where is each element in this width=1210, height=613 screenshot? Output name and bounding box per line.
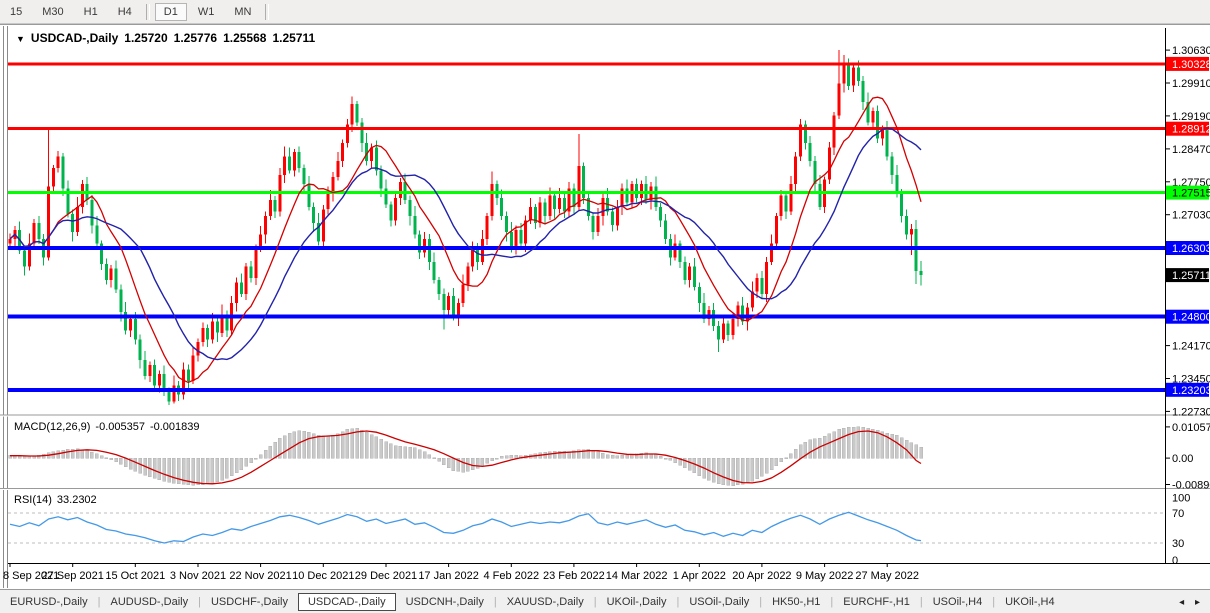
window-menu-icon[interactable]: ▼ [16,34,25,44]
svg-text:1.24800: 1.24800 [1172,312,1210,324]
symbol-tab-hk50h1[interactable]: HK50-,H1 [762,593,830,611]
svg-text:30: 30 [1172,538,1184,550]
date-axis[interactable]: 8 Sep 202127 Sep 202115 Oct 20213 Nov 20… [3,563,919,582]
candlestick-series [9,50,923,405]
symbol-tab-ukoildaily[interactable]: UKOil-,Daily [597,593,677,611]
svg-text:27 Sep 2021: 27 Sep 2021 [42,570,104,582]
symbol-tab-usdcaddaily[interactable]: USDCAD-,Daily [298,593,396,611]
svg-text:22 Nov 2021: 22 Nov 2021 [229,570,291,582]
symbol-tab-ukoilh4[interactable]: UKOil-,H4 [995,593,1065,611]
symbol-tab-eurchfh1[interactable]: EURCHF-,H1 [833,593,920,611]
trading-platform-window: 15M30H1H4D1W1MN 1.306301.299101.291901.2… [0,0,1210,613]
price-axis-ticks[interactable]: 1.306301.299101.291901.284701.277501.270… [1165,45,1210,418]
macd-histogram [9,427,923,486]
svg-text:29 Dec 2021: 29 Dec 2021 [355,570,417,582]
indicator-axis-labels[interactable]: 0.010578 0.00 -0.00896100 70 30 0 [1165,422,1210,567]
rsi-indicator-label: RSI(14)33.2302 [14,494,102,506]
svg-text:14 Mar 2022: 14 Mar 2022 [606,570,668,582]
svg-text:9 May 2022: 9 May 2022 [796,570,853,582]
svg-text:1 Apr 2022: 1 Apr 2022 [673,570,726,582]
rsi-level-gridlines [8,513,1165,543]
svg-text:23 Feb 2022: 23 Feb 2022 [543,570,605,582]
tab-scroll-arrows[interactable]: ◂ ▸ [1179,597,1210,608]
chart-title-bar: ▼ USDCAD-,Daily 1.25720 1.25776 1.25568 1.257… [16,31,321,45]
svg-text:1.25711: 1.25711 [1172,270,1210,282]
symbol-tab-usoildaily[interactable]: USOil-,Daily [679,593,759,611]
svg-text:27 May 2022: 27 May 2022 [855,570,919,582]
ma-fast-line [10,97,921,382]
symbol-tab-usoilh4[interactable]: USOil-,H4 [923,593,993,611]
symbol-tab-audusddaily[interactable]: AUDUSD-,Daily [100,593,198,611]
svg-text:1.29910: 1.29910 [1172,78,1210,90]
rsi-value: 33.2302 [57,494,97,506]
chart-canvas[interactable]: 1.306301.299101.291901.284701.277501.270… [0,0,1210,613]
horizontal-level-lines[interactable] [8,64,1165,390]
svg-text:0.010578: 0.010578 [1172,422,1210,434]
svg-text:1.22730: 1.22730 [1172,406,1210,418]
ohlc-open: 1.25720 [124,31,167,45]
svg-text:17 Jan 2022: 17 Jan 2022 [418,570,479,582]
svg-text:4 Feb 2022: 4 Feb 2022 [483,570,539,582]
svg-text:1.30630: 1.30630 [1172,45,1210,57]
svg-text:0.00: 0.00 [1172,453,1193,465]
ohlc-high: 1.25776 [174,31,217,45]
svg-text:0: 0 [1172,555,1178,567]
svg-text:100: 100 [1172,493,1190,505]
ohlc-low: 1.25568 [223,31,266,45]
svg-text:1.27515: 1.27515 [1172,188,1210,200]
svg-text:1.28912: 1.28912 [1172,124,1210,136]
svg-text:3 Nov 2021: 3 Nov 2021 [170,570,226,582]
symbol-tab-eurusddaily[interactable]: EURUSD-,Daily [0,593,98,611]
symbol-tab-xauusddaily[interactable]: XAUUSD-,Daily [497,593,594,611]
symbol-tab-usdcnhdaily[interactable]: USDCNH-,Daily [396,593,494,611]
svg-text:1.23203: 1.23203 [1172,385,1210,397]
svg-text:1.28470: 1.28470 [1172,144,1210,156]
ma-slow-line [10,128,921,360]
symbol-tab-usdchfdaily[interactable]: USDCHF-,Daily [201,593,298,611]
svg-text:-0.00896: -0.00896 [1172,480,1210,492]
svg-text:1.27030: 1.27030 [1172,210,1210,222]
svg-text:15 Oct 2021: 15 Oct 2021 [105,570,165,582]
svg-text:70: 70 [1172,508,1184,520]
svg-text:20 Apr 2022: 20 Apr 2022 [732,570,791,582]
ohlc-close: 1.25711 [272,31,315,45]
svg-text:1.30328: 1.30328 [1172,59,1210,71]
rsi-line [10,512,921,543]
chart-symbol-label: USDCAD-,Daily [31,31,118,45]
symbol-tab-bar: EURUSD-,Daily|AUDUSD-,Daily|USDCHF-,Dail… [0,589,1210,613]
macd-value-signal: -0.001839 [150,421,200,433]
svg-text:10 Dec 2021: 10 Dec 2021 [292,570,354,582]
macd-value-main: -0.005357 [95,421,145,433]
svg-text:1.29190: 1.29190 [1172,111,1210,123]
macd-signal-line [10,431,921,484]
svg-text:1.24170: 1.24170 [1172,341,1210,353]
svg-text:1.26303: 1.26303 [1172,243,1210,255]
macd-indicator-label: MACD(12,26,9)-0.005357-0.001839 [14,421,205,433]
